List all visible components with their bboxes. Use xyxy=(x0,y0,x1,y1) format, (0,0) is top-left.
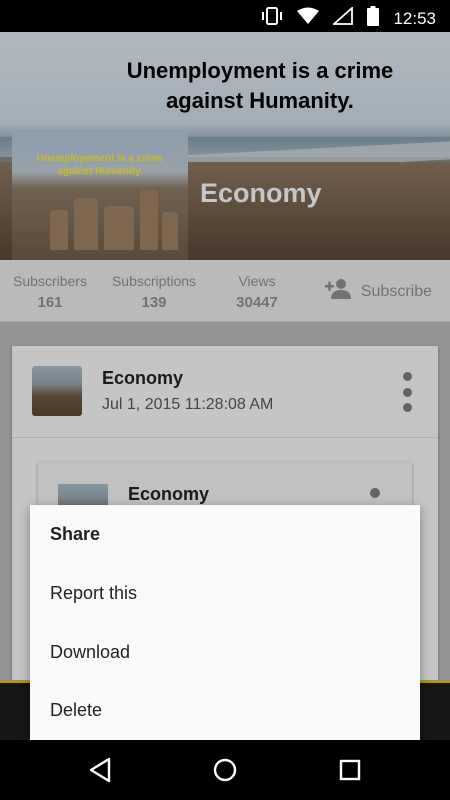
menu-item-share[interactable]: Share xyxy=(50,514,400,554)
menu-item-download[interactable]: Download xyxy=(50,632,400,672)
recents-button[interactable] xyxy=(334,754,366,786)
navigation-bar xyxy=(0,740,450,800)
status-time: 12:53 xyxy=(393,8,436,28)
status-bar: 12:53 xyxy=(0,0,450,32)
recents-icon xyxy=(339,759,361,781)
battery-icon xyxy=(367,6,380,31)
back-icon xyxy=(89,757,111,783)
wifi-icon xyxy=(297,7,320,30)
menu-item-delete[interactable]: Delete xyxy=(50,690,400,730)
vibrate-icon xyxy=(261,7,283,30)
back-button[interactable] xyxy=(84,754,116,786)
home-button[interactable] xyxy=(209,754,241,786)
signal-icon xyxy=(332,5,354,30)
context-menu: Share Report this Download Delete xyxy=(30,505,420,740)
home-icon xyxy=(213,758,237,782)
menu-item-report[interactable]: Report this xyxy=(50,573,400,613)
